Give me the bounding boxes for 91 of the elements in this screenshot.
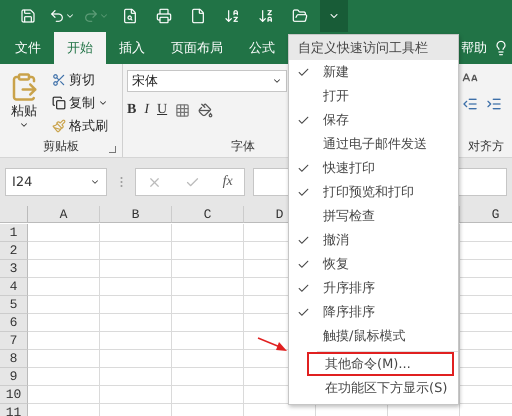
- menu-item[interactable]: 保存: [289, 108, 458, 132]
- grid-cell[interactable]: [28, 242, 100, 260]
- column-header[interactable]: A: [28, 206, 100, 223]
- grid-cell[interactable]: [172, 386, 244, 404]
- menu-item[interactable]: 升序排序: [289, 276, 458, 300]
- row-header[interactable]: 9: [0, 368, 28, 386]
- grid-cell[interactable]: [28, 314, 100, 332]
- select-all-corner[interactable]: [0, 206, 28, 223]
- row-header[interactable]: 2: [0, 242, 28, 260]
- column-header[interactable]: B: [100, 206, 172, 223]
- menu-item[interactable]: 通过电子邮件发送: [289, 132, 458, 156]
- grid-cell[interactable]: [100, 260, 172, 278]
- grid-cell[interactable]: [172, 242, 244, 260]
- customize-dropdown-icon[interactable]: [320, 0, 348, 32]
- ribbon-tab[interactable]: 插入: [106, 32, 158, 64]
- grid-cell[interactable]: [28, 296, 100, 314]
- grid-cell[interactable]: [172, 368, 244, 386]
- grid-cell[interactable]: [172, 296, 244, 314]
- menu-item[interactable]: 降序排序: [289, 300, 458, 324]
- font-name-field[interactable]: 宋体: [127, 70, 287, 92]
- grid-cell[interactable]: [172, 278, 244, 296]
- grid-cell[interactable]: [100, 278, 172, 296]
- grid-cell[interactable]: [100, 224, 172, 242]
- row-header[interactable]: 3: [0, 260, 28, 278]
- grid-cell[interactable]: [28, 368, 100, 386]
- row-header[interactable]: 8: [0, 350, 28, 368]
- row-header[interactable]: 6: [0, 314, 28, 332]
- copy-button[interactable]: 复制: [50, 93, 110, 113]
- paste-button[interactable]: 粘贴: [4, 70, 44, 136]
- grid-cell[interactable]: [172, 314, 244, 332]
- ribbon-tab[interactable]: 开始: [54, 32, 106, 64]
- row-header[interactable]: 7: [0, 332, 28, 350]
- redo-icon: [83, 8, 99, 24]
- name-box[interactable]: I24: [5, 168, 107, 196]
- grid-cell[interactable]: [100, 368, 172, 386]
- undo-icon: [49, 8, 65, 24]
- menu-item[interactable]: 其他命令(M)...: [307, 352, 454, 376]
- menu-item[interactable]: 恢复: [289, 252, 458, 276]
- column-header[interactable]: G: [460, 206, 512, 223]
- italic-button[interactable]: I: [144, 102, 150, 118]
- group-label: 对齐方: [468, 138, 504, 154]
- pointer-arrow: [256, 336, 288, 354]
- grid-cell[interactable]: [28, 350, 100, 368]
- borders-icon[interactable]: [175, 102, 190, 118]
- grid-cell[interactable]: [100, 296, 172, 314]
- insert-function-button[interactable]: fx: [222, 174, 233, 190]
- grid-cell[interactable]: [100, 314, 172, 332]
- group-label: 字体: [231, 138, 255, 154]
- ribbon-tab[interactable]: 帮助: [458, 32, 490, 64]
- fill-color-icon[interactable]: [198, 102, 214, 118]
- launcher-icon[interactable]: [109, 146, 116, 153]
- copy-icon: [52, 96, 66, 110]
- grid-cell[interactable]: [100, 332, 172, 350]
- ribbon-tab[interactable]: 公式: [236, 32, 288, 64]
- grid-cell[interactable]: [100, 386, 172, 404]
- row-header[interactable]: 10: [0, 386, 28, 404]
- underline-button[interactable]: U: [157, 102, 168, 118]
- scissors-icon: [52, 73, 66, 87]
- paintbrush-icon: [52, 119, 66, 133]
- increase-indent-icon[interactable]: [486, 96, 502, 112]
- ribbon-tab[interactable]: 文件: [2, 32, 54, 64]
- menu-item[interactable]: 触摸/鼠标模式: [289, 324, 458, 348]
- menu-item[interactable]: 撤消: [289, 228, 458, 252]
- menu-item[interactable]: 打开: [289, 84, 458, 108]
- menu-title: 自定义快速访问工具栏: [289, 35, 458, 60]
- format-painter-button[interactable]: 格式刷: [50, 116, 110, 136]
- bold-button[interactable]: B: [127, 102, 136, 118]
- cut-button[interactable]: 剪切: [50, 70, 110, 90]
- grid-cell[interactable]: [28, 260, 100, 278]
- column-header[interactable]: C: [172, 206, 244, 223]
- grid-cell[interactable]: [172, 332, 244, 350]
- grid-cell[interactable]: [100, 242, 172, 260]
- grid-cell[interactable]: [28, 386, 100, 404]
- grid-cell[interactable]: [28, 278, 100, 296]
- row-header[interactable]: 1: [0, 224, 28, 242]
- group-label: 剪贴板: [43, 138, 79, 155]
- menu-item[interactable]: 新建: [289, 60, 458, 84]
- menu-item[interactable]: 快速打印: [289, 156, 458, 180]
- grid-cell[interactable]: [172, 350, 244, 368]
- row-header[interactable]: 11: [0, 404, 28, 416]
- grid-cell[interactable]: [28, 224, 100, 242]
- decrease-indent-icon[interactable]: [462, 96, 478, 112]
- grid-cell[interactable]: [172, 224, 244, 242]
- grid-cell[interactable]: [28, 332, 100, 350]
- menu-item[interactable]: 打印预览和打印: [289, 180, 458, 204]
- row-header[interactable]: 5: [0, 296, 28, 314]
- row-header[interactable]: 4: [0, 278, 28, 296]
- grid-cell[interactable]: [100, 350, 172, 368]
- grid-cell[interactable]: [172, 260, 244, 278]
- menu-item[interactable]: 在功能区下方显示(S): [307, 376, 454, 400]
- ribbon-tab[interactable]: 页面布局: [158, 32, 236, 64]
